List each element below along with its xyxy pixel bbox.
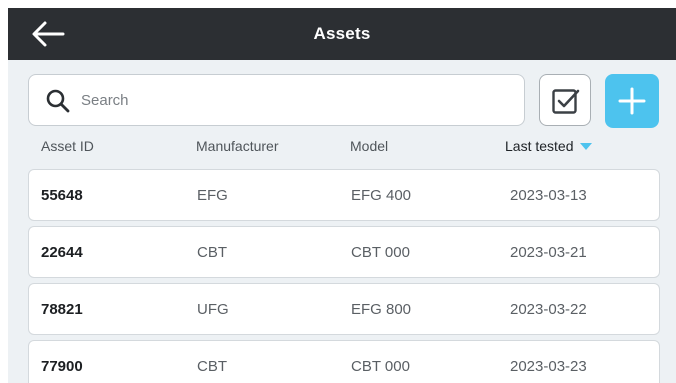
checkbox-checked-icon [552, 89, 580, 114]
manufacturer-cell: CBT [197, 358, 227, 375]
manufacturer-cell: CBT [197, 244, 227, 261]
assets-screen: Assets Asset ID Manufacturer Model Last … [8, 8, 676, 383]
select-mode-button[interactable] [539, 74, 591, 126]
asset-id-cell: 22644 [41, 244, 83, 261]
model-cell: CBT 000 [351, 358, 410, 375]
model-cell: EFG 800 [351, 301, 412, 318]
asset-id-cell: 77900 [41, 358, 83, 375]
asset-id-cell: 55648 [41, 187, 83, 204]
last-tested-cell: 2023-03-13 [510, 187, 587, 204]
table-row[interactable]: 78821 UFG EFG 800 2023-03-22 [28, 283, 660, 335]
last-tested-cell: 2023-03-21 [510, 244, 587, 261]
manufacturer-cell: EFG [197, 187, 228, 204]
table-header: Asset ID Manufacturer Model Last tested [8, 138, 676, 158]
column-header-last-tested-label: Last tested [505, 138, 574, 154]
last-tested-cell: 2023-03-23 [510, 358, 587, 375]
column-header-last-tested[interactable]: Last tested [505, 138, 592, 154]
table-row[interactable]: 22644 CBT CBT 000 2023-03-21 [28, 226, 660, 278]
last-tested-cell: 2023-03-22 [510, 301, 587, 318]
search-icon [45, 88, 71, 114]
app-bar: Assets [8, 8, 676, 60]
model-cell: CBT 000 [351, 244, 410, 261]
sort-descending-icon [579, 143, 592, 151]
column-header-model[interactable]: Model [350, 138, 388, 154]
model-cell: EFG 400 [351, 187, 412, 204]
manufacturer-cell: UFG [197, 301, 229, 318]
search-input[interactable] [81, 75, 511, 125]
asset-id-cell: 78821 [41, 301, 83, 318]
column-header-manufacturer[interactable]: Manufacturer [196, 138, 278, 154]
column-header-asset-id[interactable]: Asset ID [41, 138, 94, 154]
page-title: Assets [313, 24, 371, 43]
search-box[interactable] [28, 74, 525, 126]
table-row[interactable]: 77900 CBT CBT 000 2023-03-23 [28, 340, 660, 383]
plus-icon [618, 87, 646, 115]
add-asset-button[interactable] [605, 74, 659, 128]
back-arrow-icon[interactable] [30, 20, 66, 48]
table-row[interactable]: 55648 EFG EFG 400 2023-03-13 [28, 169, 660, 221]
